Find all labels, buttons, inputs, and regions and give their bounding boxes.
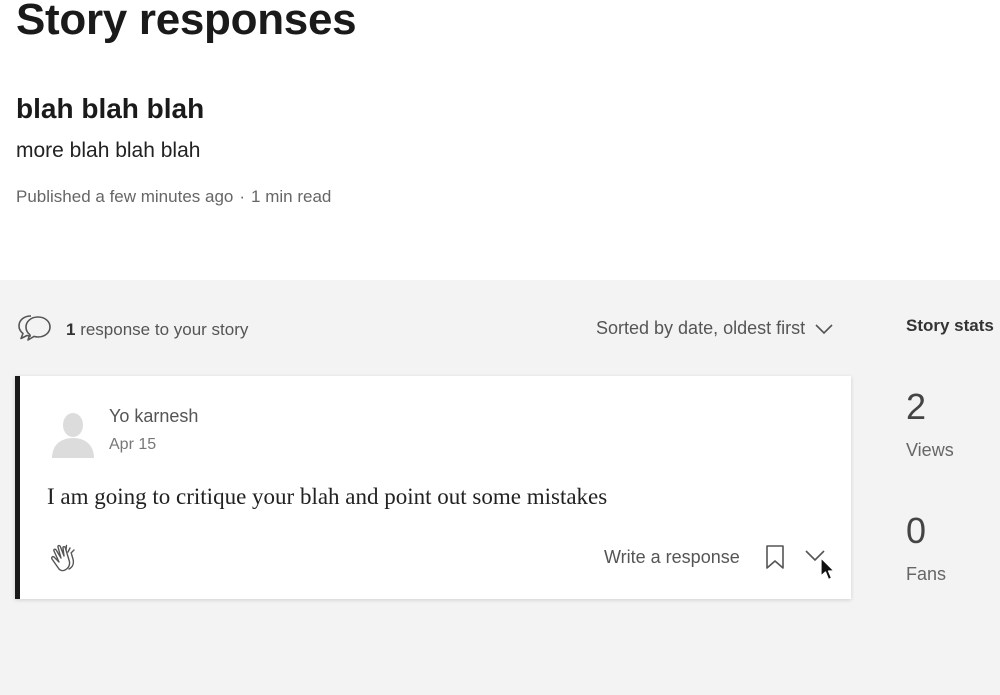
response-text[interactable]: I am going to critique your blah and poi… xyxy=(47,484,607,510)
read-time: 1 min read xyxy=(251,187,332,206)
responses-count-header: 1 response to your story xyxy=(16,310,248,350)
story-meta: Published a few minutes ago · 1 min read xyxy=(16,186,331,208)
chevron-down-icon xyxy=(815,323,833,334)
story-header: Story responses blah blah blah more blah… xyxy=(0,0,1000,280)
sort-dropdown[interactable]: Sorted by date, oldest first xyxy=(596,318,833,339)
published-text: Published a few minutes ago xyxy=(16,187,234,206)
views-label: Views xyxy=(906,440,954,460)
response-card: Yo karnesh Apr 15 I am going to critique… xyxy=(15,376,851,599)
responses-count-label: response to your story xyxy=(75,320,249,339)
sort-label: Sorted by date, oldest first xyxy=(596,318,806,338)
meta-separator: · xyxy=(239,187,246,206)
page-title: Story responses xyxy=(16,0,357,44)
bookmark-icon[interactable] xyxy=(764,544,786,570)
fans-label: Fans xyxy=(906,564,947,584)
avatar[interactable] xyxy=(52,410,94,458)
story-stats-title: Story stats xyxy=(906,316,994,335)
responses-count-text: 1 response to your story xyxy=(66,320,248,340)
story-subtitle: more blah blah blah xyxy=(16,139,201,162)
response-author[interactable]: Yo karnesh xyxy=(109,406,198,427)
clap-icon[interactable] xyxy=(47,539,85,577)
write-response-button[interactable]: Write a response xyxy=(604,547,740,568)
response-date[interactable]: Apr 15 xyxy=(109,436,156,454)
fans-count: 0 xyxy=(906,510,927,551)
mouse-pointer-icon xyxy=(820,557,835,581)
views-count: 2 xyxy=(906,386,927,427)
story-title[interactable]: blah blah blah xyxy=(16,92,204,126)
speech-bubbles-icon xyxy=(18,315,51,341)
responses-section: 1 response to your story Sorted by date,… xyxy=(0,280,1000,695)
